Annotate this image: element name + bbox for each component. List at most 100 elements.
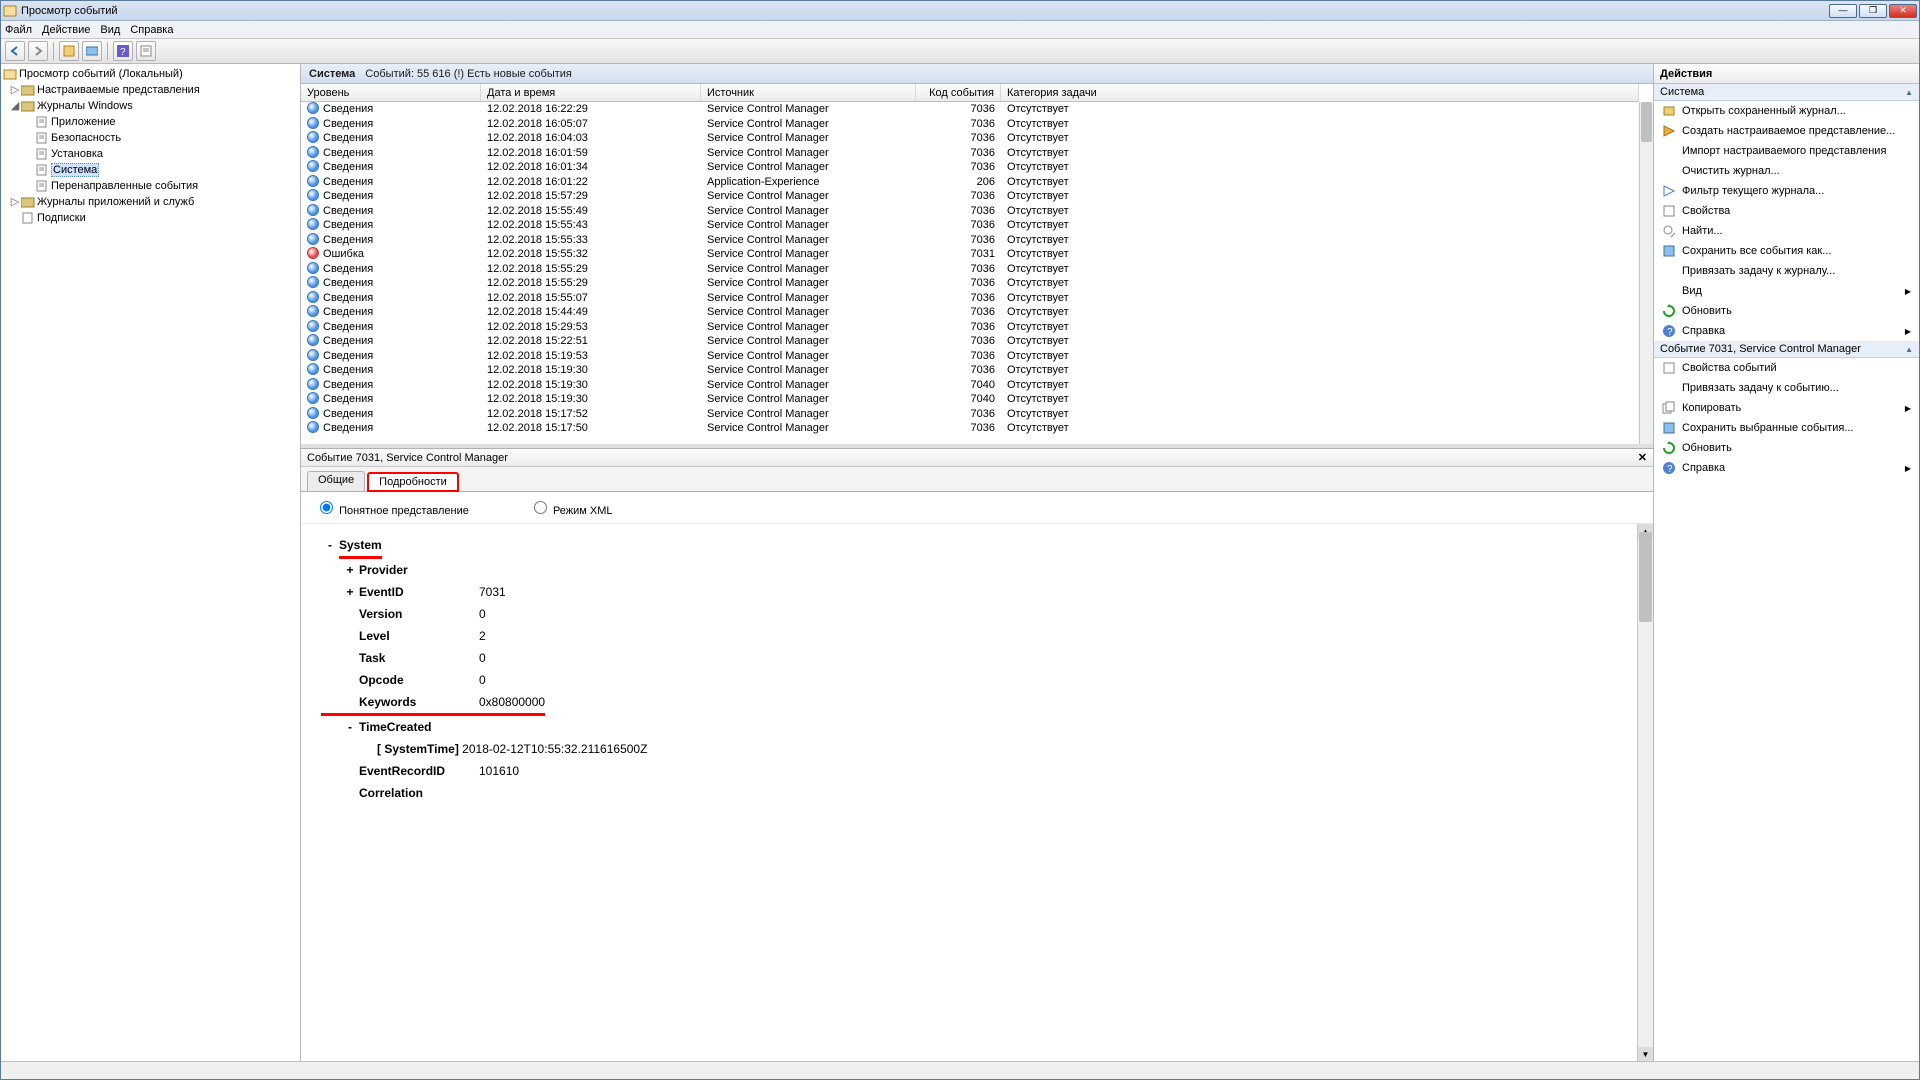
detail-body[interactable]: -System +Provider +EventID7031 Version0 …: [301, 524, 1637, 1061]
detail-close-icon[interactable]: ✕: [1638, 451, 1647, 464]
action-item[interactable]: Обновить: [1654, 438, 1919, 458]
sys-eventid[interactable]: EventID: [359, 581, 479, 603]
action-icon: [1662, 144, 1676, 158]
action-item[interactable]: Сохранить все события как...: [1654, 241, 1919, 261]
back-button[interactable]: [5, 41, 25, 61]
forward-button[interactable]: [28, 41, 48, 61]
event-grid[interactable]: Уровень Дата и время Источник Код событи…: [301, 84, 1653, 444]
table-row[interactable]: Сведения12.02.2018 15:17:50Service Contr…: [301, 421, 1639, 436]
table-row[interactable]: Сведения12.02.2018 15:19:30Service Contr…: [301, 378, 1639, 393]
sys-provider[interactable]: Provider: [359, 559, 479, 581]
tb-props-icon[interactable]: [136, 41, 156, 61]
action-item[interactable]: Привязать задачу к событию...: [1654, 378, 1919, 398]
tab-details[interactable]: Подробности: [367, 472, 459, 492]
tree-log-item[interactable]: Приложение: [51, 116, 116, 128]
action-item[interactable]: Импорт настраиваемого представления: [1654, 141, 1919, 161]
action-item[interactable]: Вид▶: [1654, 281, 1919, 301]
action-item[interactable]: Свойства: [1654, 201, 1919, 221]
table-row[interactable]: Ошибка12.02.2018 15:55:32Service Control…: [301, 247, 1639, 262]
table-row[interactable]: Сведения12.02.2018 15:55:33Service Contr…: [301, 233, 1639, 248]
tree-root-icon: [3, 68, 17, 80]
svg-text:?: ?: [1667, 464, 1673, 475]
table-row[interactable]: Сведения12.02.2018 15:55:29Service Contr…: [301, 262, 1639, 277]
table-row[interactable]: Сведения12.02.2018 15:55:29Service Contr…: [301, 276, 1639, 291]
action-item[interactable]: ?Справка▶: [1654, 321, 1919, 341]
tree-subscriptions[interactable]: Подписки: [37, 212, 86, 224]
table-row[interactable]: Сведения12.02.2018 15:22:51Service Contr…: [301, 334, 1639, 349]
grid-header-bar: СистемаСобытий: 55 616 (!) Есть новые со…: [301, 64, 1653, 84]
action-item[interactable]: Очистить журнал...: [1654, 161, 1919, 181]
radio-xml[interactable]: Режим XML: [529, 498, 613, 517]
tree-log-item[interactable]: Система: [51, 163, 99, 177]
sys-opcode: Opcode: [359, 669, 479, 691]
action-item[interactable]: Найти...: [1654, 221, 1919, 241]
action-item[interactable]: Открыть сохраненный журнал...: [1654, 101, 1919, 121]
info-icon: [307, 204, 319, 216]
info-icon: [307, 218, 319, 230]
table-row[interactable]: Сведения12.02.2018 16:04:03Service Contr…: [301, 131, 1639, 146]
table-row[interactable]: Сведения12.02.2018 15:29:53Service Contr…: [301, 320, 1639, 335]
action-item[interactable]: ?Справка▶: [1654, 458, 1919, 478]
tab-general[interactable]: Общие: [307, 471, 365, 491]
table-row[interactable]: Сведения12.02.2018 15:17:52Service Contr…: [301, 407, 1639, 422]
table-row[interactable]: Сведения12.02.2018 15:55:07Service Contr…: [301, 291, 1639, 306]
action-item[interactable]: Создать настраиваемое представление...: [1654, 121, 1919, 141]
table-row[interactable]: Сведения12.02.2018 15:55:49Service Contr…: [301, 204, 1639, 219]
tb-help-icon[interactable]: ?: [113, 41, 133, 61]
action-item[interactable]: Обновить: [1654, 301, 1919, 321]
info-icon: [307, 349, 319, 361]
nav-tree[interactable]: Просмотр событий (Локальный) ▷ Настраивае…: [1, 64, 301, 1061]
col-level[interactable]: Уровень: [301, 84, 481, 101]
actions-section-system[interactable]: Система▲: [1654, 84, 1919, 101]
menu-action[interactable]: Действие: [42, 24, 90, 36]
col-eventid[interactable]: Код события: [916, 84, 1001, 101]
sys-timecreated[interactable]: TimeCreated: [359, 716, 479, 738]
tb-bookmark-icon[interactable]: [59, 41, 79, 61]
maximize-button[interactable]: ❐: [1859, 4, 1887, 18]
table-row[interactable]: Сведения12.02.2018 16:01:22Application-E…: [301, 175, 1639, 190]
table-row[interactable]: Сведения12.02.2018 16:01:34Service Contr…: [301, 160, 1639, 175]
table-row[interactable]: Сведения12.02.2018 15:19:30Service Contr…: [301, 392, 1639, 407]
tree-custom-views[interactable]: Настраиваемые представления: [37, 84, 200, 96]
table-row[interactable]: Сведения12.02.2018 15:44:49Service Contr…: [301, 305, 1639, 320]
tree-app-services-logs[interactable]: Журналы приложений и служб: [37, 196, 194, 208]
menu-help[interactable]: Справка: [130, 24, 173, 36]
tree-log-item[interactable]: Безопасность: [51, 132, 121, 144]
close-button[interactable]: ✕: [1889, 4, 1917, 18]
expand-icon[interactable]: ▷: [9, 195, 21, 209]
table-row[interactable]: Сведения12.02.2018 16:01:59Service Contr…: [301, 146, 1639, 161]
tb-container-icon[interactable]: [82, 41, 102, 61]
radio-friendly[interactable]: Понятное представление: [315, 498, 469, 517]
tree-log-item[interactable]: Перенаправленные события: [51, 180, 198, 192]
log-icon: [35, 132, 49, 144]
actions-section-event[interactable]: Событие 7031, Service Control Manager▲: [1654, 341, 1919, 358]
action-item[interactable]: Фильтр текущего журнала...: [1654, 181, 1919, 201]
tree-root[interactable]: Просмотр событий (Локальный): [19, 68, 183, 80]
action-item[interactable]: Свойства событий: [1654, 358, 1919, 378]
app-icon: [3, 4, 17, 18]
table-row[interactable]: Сведения12.02.2018 15:19:53Service Contr…: [301, 349, 1639, 364]
col-datetime[interactable]: Дата и время: [481, 84, 701, 101]
collapse-icon[interactable]: ◢: [9, 99, 21, 113]
detail-scrollbar[interactable]: ▲▼: [1637, 524, 1653, 1061]
grid-scrollbar[interactable]: [1639, 102, 1653, 444]
col-category[interactable]: Категория задачи: [1001, 84, 1639, 101]
table-row[interactable]: Сведения12.02.2018 15:19:30Service Contr…: [301, 363, 1639, 378]
sys-version: Version: [359, 603, 479, 625]
sys-system[interactable]: System: [339, 534, 382, 559]
menu-file[interactable]: Файл: [5, 24, 32, 36]
tree-log-item[interactable]: Установка: [51, 148, 103, 160]
action-item[interactable]: Привязать задачу к журналу...: [1654, 261, 1919, 281]
table-row[interactable]: Сведения12.02.2018 16:05:07Service Contr…: [301, 117, 1639, 132]
expand-icon[interactable]: ▷: [9, 83, 21, 97]
table-row[interactable]: Сведения12.02.2018 15:55:43Service Contr…: [301, 218, 1639, 233]
tree-windows-logs[interactable]: Журналы Windows: [37, 100, 133, 112]
menu-view[interactable]: Вид: [100, 24, 120, 36]
table-row[interactable]: Сведения12.02.2018 16:22:29Service Contr…: [301, 102, 1639, 117]
action-item[interactable]: Сохранить выбранные события...: [1654, 418, 1919, 438]
action-item[interactable]: Копировать▶: [1654, 398, 1919, 418]
minimize-button[interactable]: —: [1829, 4, 1857, 18]
menubar: Файл Действие Вид Справка: [1, 21, 1919, 39]
col-source[interactable]: Источник: [701, 84, 916, 101]
table-row[interactable]: Сведения12.02.2018 15:57:29Service Contr…: [301, 189, 1639, 204]
